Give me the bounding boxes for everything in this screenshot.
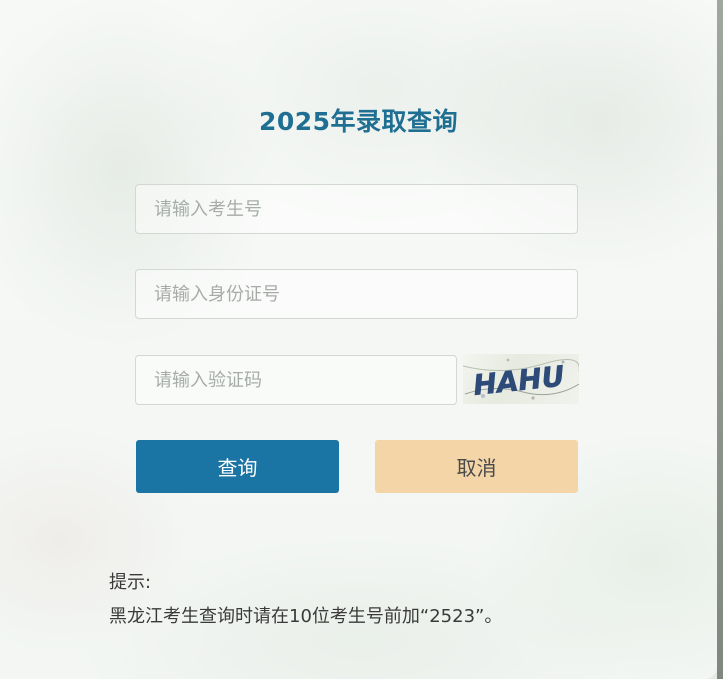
query-button[interactable]: 查询 [136,440,339,493]
tip-text: 黑龙江考生查询时请在10位考生号前加“2523”。 [109,606,503,627]
captcha-text: HAHU [472,360,566,402]
captcha-image[interactable]: HAHU [463,354,579,404]
captcha-noise: HAHU [463,358,579,402]
login-panel: 2025年录取查询 HAHU 查询 取消 提示: 黑龙江考生查询时请在10位考生… [0,0,717,679]
exam-number-input[interactable] [135,184,578,234]
captcha-input[interactable] [135,355,457,405]
cancel-button[interactable]: 取消 [375,440,578,493]
window-edge [717,0,723,679]
tip-label: 提示: [109,572,152,593]
page-title: 2025年录取查询 [258,107,459,136]
id-number-input[interactable] [135,269,578,319]
